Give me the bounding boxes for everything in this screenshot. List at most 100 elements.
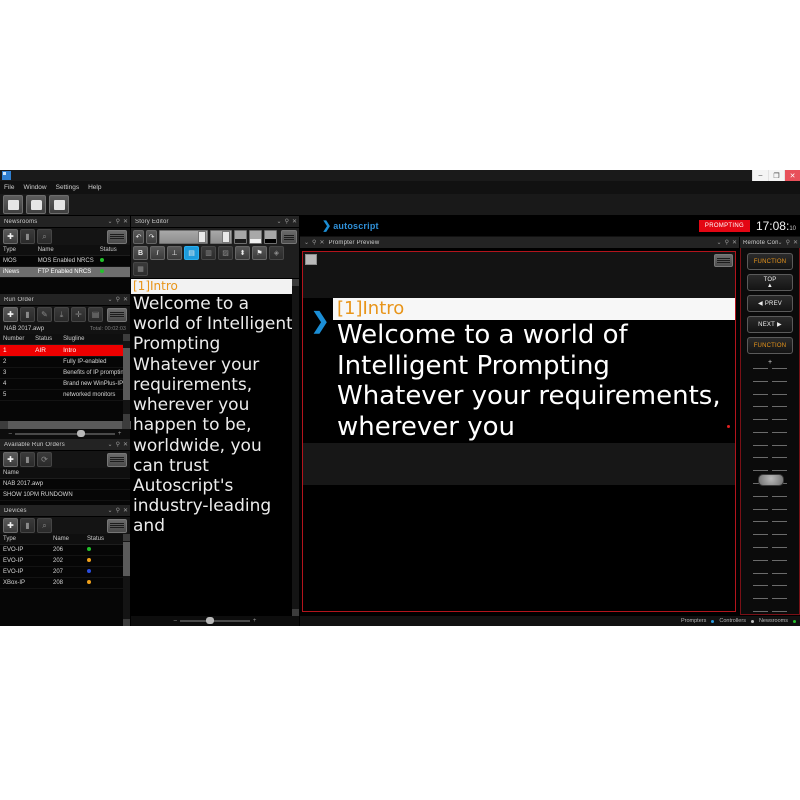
run-order-horizontal-scrollbar[interactable] (0, 421, 148, 429)
menu-icon[interactable] (107, 452, 127, 467)
add-icon[interactable]: ✚ (3, 452, 18, 467)
prompter-preview-viewport[interactable]: ❯ [1]Intro Welcome to a world of Intelli… (302, 251, 736, 612)
scroll-down-arrow[interactable] (292, 609, 299, 616)
align-right-button[interactable]: ▨ (218, 246, 233, 260)
search-icon[interactable]: ⌕ (37, 229, 52, 244)
close-icon[interactable]: ✕ (123, 442, 128, 448)
grid-icon[interactable]: ▤ (88, 307, 103, 322)
story-editor-vertical-scrollbar[interactable] (292, 279, 299, 616)
table-row[interactable]: NAB 2017.awp (0, 478, 130, 490)
slider-knob[interactable] (758, 474, 784, 486)
italic-button[interactable]: I (150, 246, 165, 260)
pin-icon[interactable]: ⚲ (285, 219, 289, 225)
font-family-combo[interactable] (159, 230, 208, 244)
table-row[interactable]: SHOW 10PM RUNDOWN (0, 489, 130, 501)
menu-icon[interactable] (107, 229, 127, 244)
insert-marker-button[interactable]: ⚑ (252, 246, 267, 260)
move-icon[interactable]: ✛ (71, 307, 86, 322)
zoom-slider-knob[interactable] (205, 617, 214, 624)
add-icon[interactable]: ✚ (3, 229, 18, 244)
pin-icon[interactable]: ⚲ (116, 219, 120, 225)
refresh-icon[interactable]: ⟳ (37, 452, 52, 467)
table-button[interactable]: ▦ (133, 262, 148, 276)
table-row[interactable]: 3 Benefits of IP prompting (0, 367, 130, 379)
column-header-name[interactable]: Name (0, 468, 130, 479)
run-order-vertical-scrollbar[interactable] (123, 334, 130, 421)
table-row[interactable]: EVO-IP 202 (0, 555, 130, 567)
table-row[interactable]: MOS MOS Enabled NRCS (0, 255, 130, 267)
devices-vertical-scrollbar[interactable] (123, 534, 130, 626)
search-icon[interactable]: ⌕ (37, 518, 52, 533)
menu-item-file[interactable]: File (4, 184, 14, 191)
zoom-in-label[interactable]: + (118, 431, 122, 437)
scroll-right-arrow[interactable] (122, 421, 130, 429)
zoom-slider-track[interactable] (179, 617, 250, 624)
column-header-slugline[interactable]: Slugline (60, 334, 130, 345)
minimize-button[interactable]: – (752, 170, 768, 181)
background-color-swatch[interactable] (264, 230, 278, 244)
scroll-down-arrow[interactable] (123, 619, 130, 626)
table-row[interactable]: 5 networked monitors (0, 389, 130, 401)
slider-track[interactable] (750, 366, 790, 614)
close-icon[interactable]: ✕ (793, 240, 798, 246)
collapse-icon[interactable]: ⌄ (717, 240, 722, 246)
menu-item-window[interactable]: Window (23, 184, 46, 191)
align-left-button[interactable]: ▥ (201, 246, 216, 260)
collapse-icon[interactable]: ⌄ (108, 442, 113, 448)
maximize-button[interactable]: ❐ (768, 170, 784, 181)
zoom-out-label[interactable]: – (174, 618, 177, 624)
table-row[interactable]: EVO-IP 206 (0, 544, 130, 556)
scroll-speed-slider[interactable]: + (747, 358, 793, 614)
pin-icon[interactable]: ⚲ (116, 442, 120, 448)
function-button-top[interactable]: FUNCTION (747, 253, 793, 270)
scroll-thumb[interactable] (123, 348, 130, 400)
delete-icon[interactable]: ▮ (20, 229, 35, 244)
collapse-icon[interactable]: ⌄ (108, 219, 113, 225)
scroll-down-arrow[interactable] (123, 414, 130, 421)
close-icon[interactable]: ✕ (292, 219, 297, 225)
pin-icon[interactable]: ⚲ (116, 297, 120, 303)
menu-item-settings[interactable]: Settings (56, 184, 80, 191)
pin-icon[interactable]: ⚲ (116, 508, 120, 514)
pin-icon[interactable]: ⚲ (725, 240, 729, 246)
column-header-name[interactable]: Name (50, 534, 84, 545)
zoom-out-label[interactable]: – (9, 431, 12, 437)
delete-icon[interactable]: ▮ (20, 518, 35, 533)
bold-button[interactable]: B (133, 246, 148, 260)
column-header-status[interactable]: Status (32, 334, 61, 345)
table-row[interactable]: iNews FTP Enabled NRCS (0, 266, 130, 278)
close-icon[interactable]: ✕ (319, 240, 324, 246)
table-row[interactable]: XBox-IP 208 (0, 577, 130, 589)
close-icon[interactable]: ✕ (123, 297, 128, 303)
save-disk-icon[interactable] (49, 195, 69, 214)
prev-button[interactable]: ◀ PREV (747, 295, 793, 312)
highlight-color-swatch[interactable] (249, 230, 263, 244)
edit-icon[interactable]: ✎ (37, 307, 52, 322)
menu-icon[interactable] (107, 518, 127, 533)
story-editor-text-area[interactable]: [1]Intro Welcome to a world of Intellige… (131, 279, 299, 616)
table-row[interactable]: 4 Brand new WinPlus-IP (0, 378, 130, 390)
zoom-slider-track[interactable] (14, 430, 115, 437)
close-icon[interactable]: ✕ (123, 219, 128, 225)
preview-close-icon[interactable] (305, 254, 317, 265)
top-button[interactable]: TOP ▲ (747, 274, 793, 291)
column-header-status[interactable]: Status (96, 245, 130, 256)
zoom-in-label[interactable]: + (253, 618, 257, 624)
menu-icon[interactable] (281, 230, 297, 244)
table-row[interactable]: 1 AIR Intro (0, 344, 130, 357)
presenter-text-button[interactable]: ▤ (184, 246, 199, 260)
collapse-icon[interactable]: ⌄ (108, 297, 113, 303)
close-icon[interactable]: ✕ (123, 508, 128, 514)
column-header-number[interactable]: Number (0, 334, 33, 345)
collapse-icon[interactable]: ⌄ (108, 508, 113, 514)
column-header-type[interactable]: Type (0, 534, 50, 545)
redo-icon[interactable]: ↷ (146, 230, 158, 244)
new-document-icon[interactable] (3, 195, 23, 214)
font-size-combo[interactable] (209, 230, 233, 244)
underline-button[interactable]: ⊥ (167, 246, 182, 260)
collapse-icon[interactable]: ⌄ (277, 219, 282, 225)
undo-icon[interactable]: ↶ (133, 230, 145, 244)
delete-icon[interactable]: ▮ (20, 307, 35, 322)
add-icon[interactable]: ✚ (3, 518, 18, 533)
scroll-up-arrow[interactable] (292, 279, 299, 286)
